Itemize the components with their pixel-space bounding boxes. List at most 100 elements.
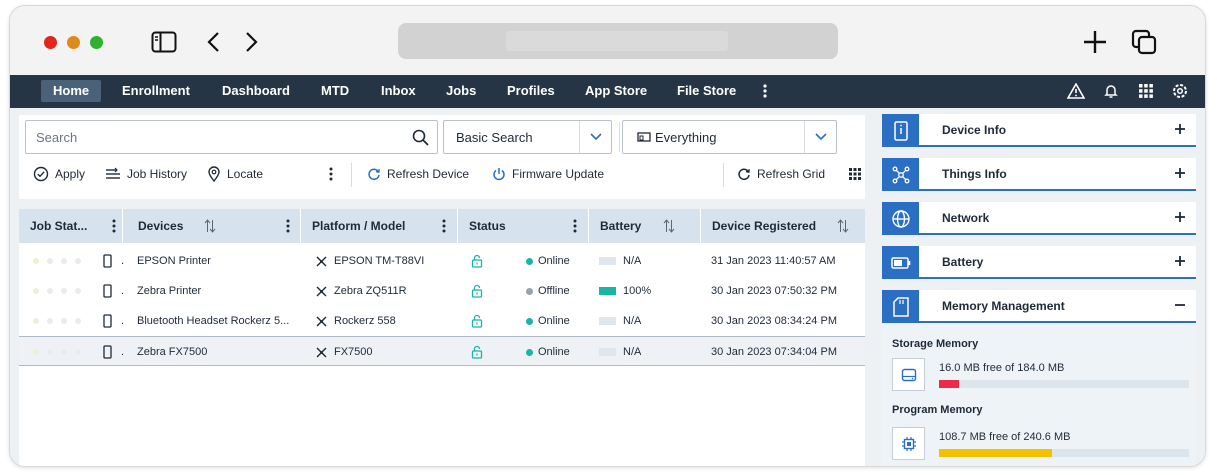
hard-drive-icon — [892, 358, 925, 391]
column-header-battery[interactable]: Battery — [600, 209, 641, 243]
device-name[interactable]: Zebra Printer — [137, 276, 295, 306]
collapse-minus-icon[interactable] — [1172, 297, 1188, 313]
column-menu-kebab-icon[interactable] — [282, 216, 294, 236]
accordion-battery[interactable]: Battery — [882, 246, 1196, 279]
accordion-network[interactable]: Network — [882, 202, 1196, 235]
tab-overview-icon[interactable] — [1130, 28, 1158, 56]
table-row-selected[interactable]: . Zebra FX7500 FX7500 Online N/A 30 Jan … — [19, 336, 865, 366]
mobile-device-icon — [103, 276, 112, 306]
column-header-device-registered[interactable]: Device Registered — [712, 209, 816, 243]
things-network-icon — [882, 158, 919, 191]
device-name[interactable]: Bluetooth Headset Rockerz 5... — [137, 306, 297, 336]
browser-titlebar — [10, 6, 1205, 75]
program-memory-bar — [939, 449, 1189, 457]
platform-model: EPSON TM-T88VI — [334, 255, 425, 267]
apps-grid-icon[interactable] — [1136, 81, 1156, 101]
sort-arrows-icon[interactable] — [204, 219, 216, 233]
nav-inbox[interactable]: Inbox — [369, 80, 428, 102]
job-status-dots — [33, 276, 89, 306]
column-menu-kebab-icon[interactable] — [438, 216, 450, 236]
search-mode-select[interactable]: Basic Search — [443, 120, 612, 154]
job-status-dots — [33, 306, 89, 336]
sort-arrows-icon[interactable] — [663, 219, 675, 233]
job-status-dots — [33, 337, 89, 367]
accordion-label: Network — [942, 211, 990, 225]
device-registered: 31 Jan 2023 11:40:57 AM — [711, 255, 836, 267]
battery-value: 100% — [623, 285, 652, 297]
back-arrow-icon[interactable] — [200, 28, 228, 56]
accordion-device-info[interactable]: Device Info — [882, 114, 1196, 147]
search-icon[interactable] — [411, 128, 431, 148]
forward-arrow-icon[interactable] — [237, 28, 265, 56]
refresh-grid-label: Refresh Grid — [757, 167, 826, 181]
nav-home[interactable]: Home — [41, 80, 102, 102]
bell-icon[interactable] — [1101, 81, 1121, 101]
nav-app-store[interactable]: App Store — [573, 80, 659, 102]
lock-open-icon[interactable] — [471, 246, 483, 276]
apply-button[interactable]: Apply — [33, 161, 85, 187]
mobile-device-icon — [103, 337, 112, 367]
sort-arrows-icon[interactable] — [837, 219, 849, 233]
column-header-status[interactable]: Status — [469, 209, 506, 243]
device-name[interactable]: EPSON Printer — [137, 246, 295, 276]
accordion-label: Memory Management — [942, 299, 1065, 313]
nav-profiles[interactable]: Profiles — [495, 80, 567, 102]
locate-button[interactable]: Locate — [207, 161, 263, 187]
expand-plus-icon[interactable] — [1172, 165, 1188, 181]
table-row[interactable]: . Bluetooth Headset Rockerz 5... Rockerz… — [19, 306, 865, 336]
column-header-platform-model[interactable]: Platform / Model — [312, 209, 405, 243]
column-header-devices[interactable]: Devices — [138, 209, 183, 243]
nav-more-kebab-icon[interactable] — [755, 81, 775, 101]
maximize-window-button[interactable] — [90, 36, 103, 49]
accordion-memory-management[interactable]: Memory Management — [882, 290, 1196, 323]
storage-memory-title: Storage Memory — [892, 338, 979, 350]
column-chooser-grid-icon[interactable] — [848, 161, 868, 187]
scope-select[interactable]: Everything — [622, 120, 837, 154]
battery-value: N/A — [623, 346, 642, 358]
column-header-job-status[interactable]: Job Stat... — [30, 209, 87, 243]
refresh-grid-button[interactable]: Refresh Grid — [737, 161, 825, 187]
nav-mtd[interactable]: MTD — [309, 80, 361, 102]
column-menu-kebab-icon[interactable] — [108, 216, 120, 236]
cpu-chip-icon — [892, 427, 925, 460]
accordion-things-info[interactable]: Things Info — [882, 158, 1196, 191]
table-row[interactable]: . EPSON Printer EPSON TM-T88VI Online N/… — [19, 246, 865, 276]
status-online: Online — [526, 306, 570, 336]
lock-open-icon[interactable] — [471, 306, 483, 336]
expand-plus-icon[interactable] — [1172, 253, 1188, 269]
minimize-window-button[interactable] — [67, 36, 80, 49]
nav-dashboard[interactable]: Dashboard — [210, 80, 302, 102]
address-bar[interactable] — [398, 23, 838, 59]
settings-gear-icon[interactable] — [1170, 81, 1190, 101]
battery-bar — [599, 317, 616, 325]
status-online: Online — [526, 246, 570, 276]
refresh-device-button[interactable]: Refresh Device — [367, 161, 469, 187]
search-mode-value: Basic Search — [456, 130, 533, 145]
program-memory-text: 108.7 MB free of 240.6 MB — [939, 431, 1071, 443]
sidebar-toggle-icon[interactable] — [150, 28, 178, 56]
search-input[interactable]: Search — [25, 120, 438, 154]
lock-open-icon[interactable] — [471, 337, 483, 367]
nav-enrollment[interactable]: Enrollment — [110, 80, 202, 102]
refresh-device-label: Refresh Device — [387, 167, 470, 181]
location-pin-icon — [208, 166, 220, 182]
firmware-update-button[interactable]: Firmware Update — [492, 161, 604, 187]
new-tab-plus-icon[interactable] — [1081, 28, 1109, 56]
column-menu-kebab-icon[interactable] — [569, 216, 581, 236]
check-circle-icon — [33, 166, 49, 182]
accordion-label: Device Info — [942, 123, 1007, 137]
nav-jobs[interactable]: Jobs — [434, 80, 488, 102]
lock-open-icon[interactable] — [471, 276, 483, 306]
table-row[interactable]: . Zebra Printer Zebra ZQ511R Offline 100… — [19, 276, 865, 306]
more-actions-kebab-icon[interactable] — [325, 164, 337, 184]
warning-icon[interactable] — [1066, 81, 1086, 101]
job-history-button[interactable]: Job History — [105, 161, 187, 187]
bluetooth-sync-icon — [315, 337, 328, 367]
expand-plus-icon[interactable] — [1172, 121, 1188, 137]
device-grid: Job Stat... Devices Platform / Model Sta… — [19, 209, 865, 466]
device-name[interactable]: Zebra FX7500 — [137, 337, 295, 367]
apply-label: Apply — [55, 167, 86, 181]
expand-plus-icon[interactable] — [1172, 209, 1188, 225]
close-window-button[interactable] — [44, 36, 57, 49]
nav-file-store[interactable]: File Store — [665, 80, 748, 102]
